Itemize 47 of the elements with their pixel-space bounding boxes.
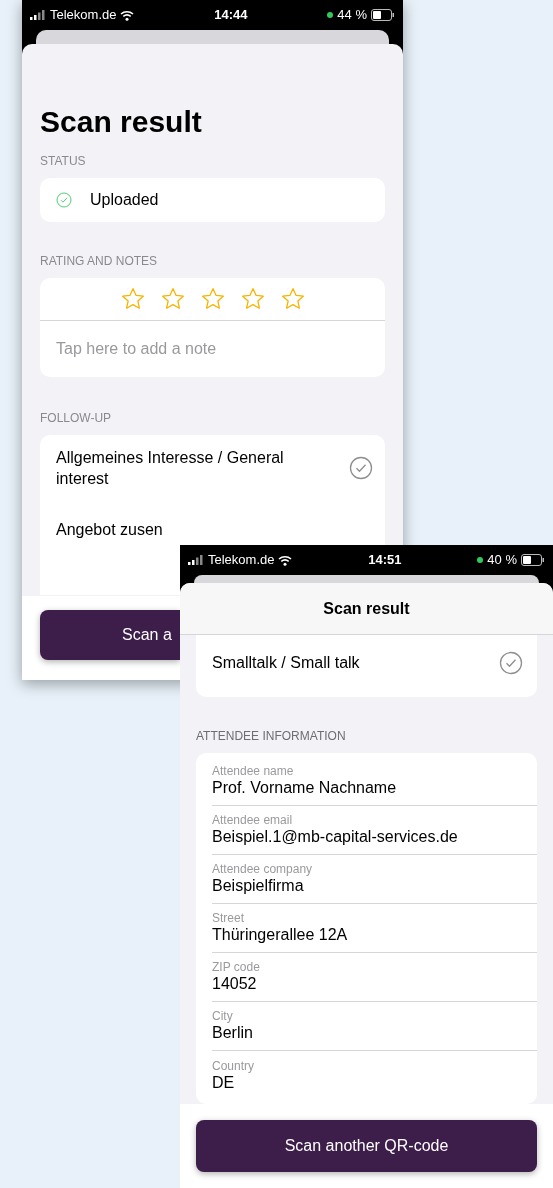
empty-star-icon[interactable] [119,286,146,312]
field-label: Attendee company [212,862,314,876]
battery-percent: 40 % [487,551,517,570]
field-value: Prof. Vorname Nachname [212,778,398,798]
field-value: Thüringerallee 12A [212,925,349,945]
wifi-icon [120,9,135,21]
check-circle-icon [349,456,373,480]
follow-up-option[interactable]: Smalltalk / Small talk [196,635,537,697]
battery-icon [371,9,395,21]
signal-icon [30,10,46,20]
page-title: Scan result [40,104,203,140]
empty-star-icon[interactable] [239,286,266,312]
signal-icon [188,555,204,565]
battery-percent: 44 % [337,6,367,25]
scan-button[interactable]: Scan a [40,610,180,660]
field-value: 14052 [212,974,258,994]
empty-star-icon[interactable] [199,286,226,312]
empty-star-icon[interactable] [279,286,306,312]
field-value: Beispielfirma [212,876,305,896]
section-heading: ATTENDEE INFORMATION [196,728,347,745]
follow-up-option[interactable]: Allgemeines Interesse / General interest [40,435,385,501]
field-value: DE [212,1073,236,1093]
field-label: Country [212,1058,256,1073]
follow-up-option[interactable]: Angebot zusen [40,501,180,557]
clock-time: 14:44 [214,6,248,25]
check-circle-icon [56,192,72,208]
field-label: Attendee email [212,813,294,827]
section-heading: STATUS [40,153,87,170]
field-value: Beispiel.1@mb-capital-services.de [212,827,459,847]
field-label: Street [212,911,245,925]
field-label: ZIP code [212,960,261,974]
note-field[interactable]: Tap here to add a note [40,321,385,377]
navigation-title: Scan result [323,598,410,619]
section-heading: FOLLOW-UP [40,410,113,427]
carrier-name: Telekom.de [50,6,117,25]
section-heading: RATING AND NOTES [40,253,159,270]
field-label: City [212,1009,234,1023]
wifi-icon [278,554,293,566]
field-label: Attendee name [212,764,295,778]
scan-button[interactable]: Scan another QR-code [196,1120,537,1172]
clock-time: 14:51 [368,551,402,570]
carrier-name: Telekom.de [208,551,275,570]
status-text: Uploaded [90,190,159,210]
battery-icon [521,554,545,566]
empty-star-icon[interactable] [159,286,186,312]
check-circle-icon [499,651,523,675]
field-value: Berlin [212,1023,254,1043]
